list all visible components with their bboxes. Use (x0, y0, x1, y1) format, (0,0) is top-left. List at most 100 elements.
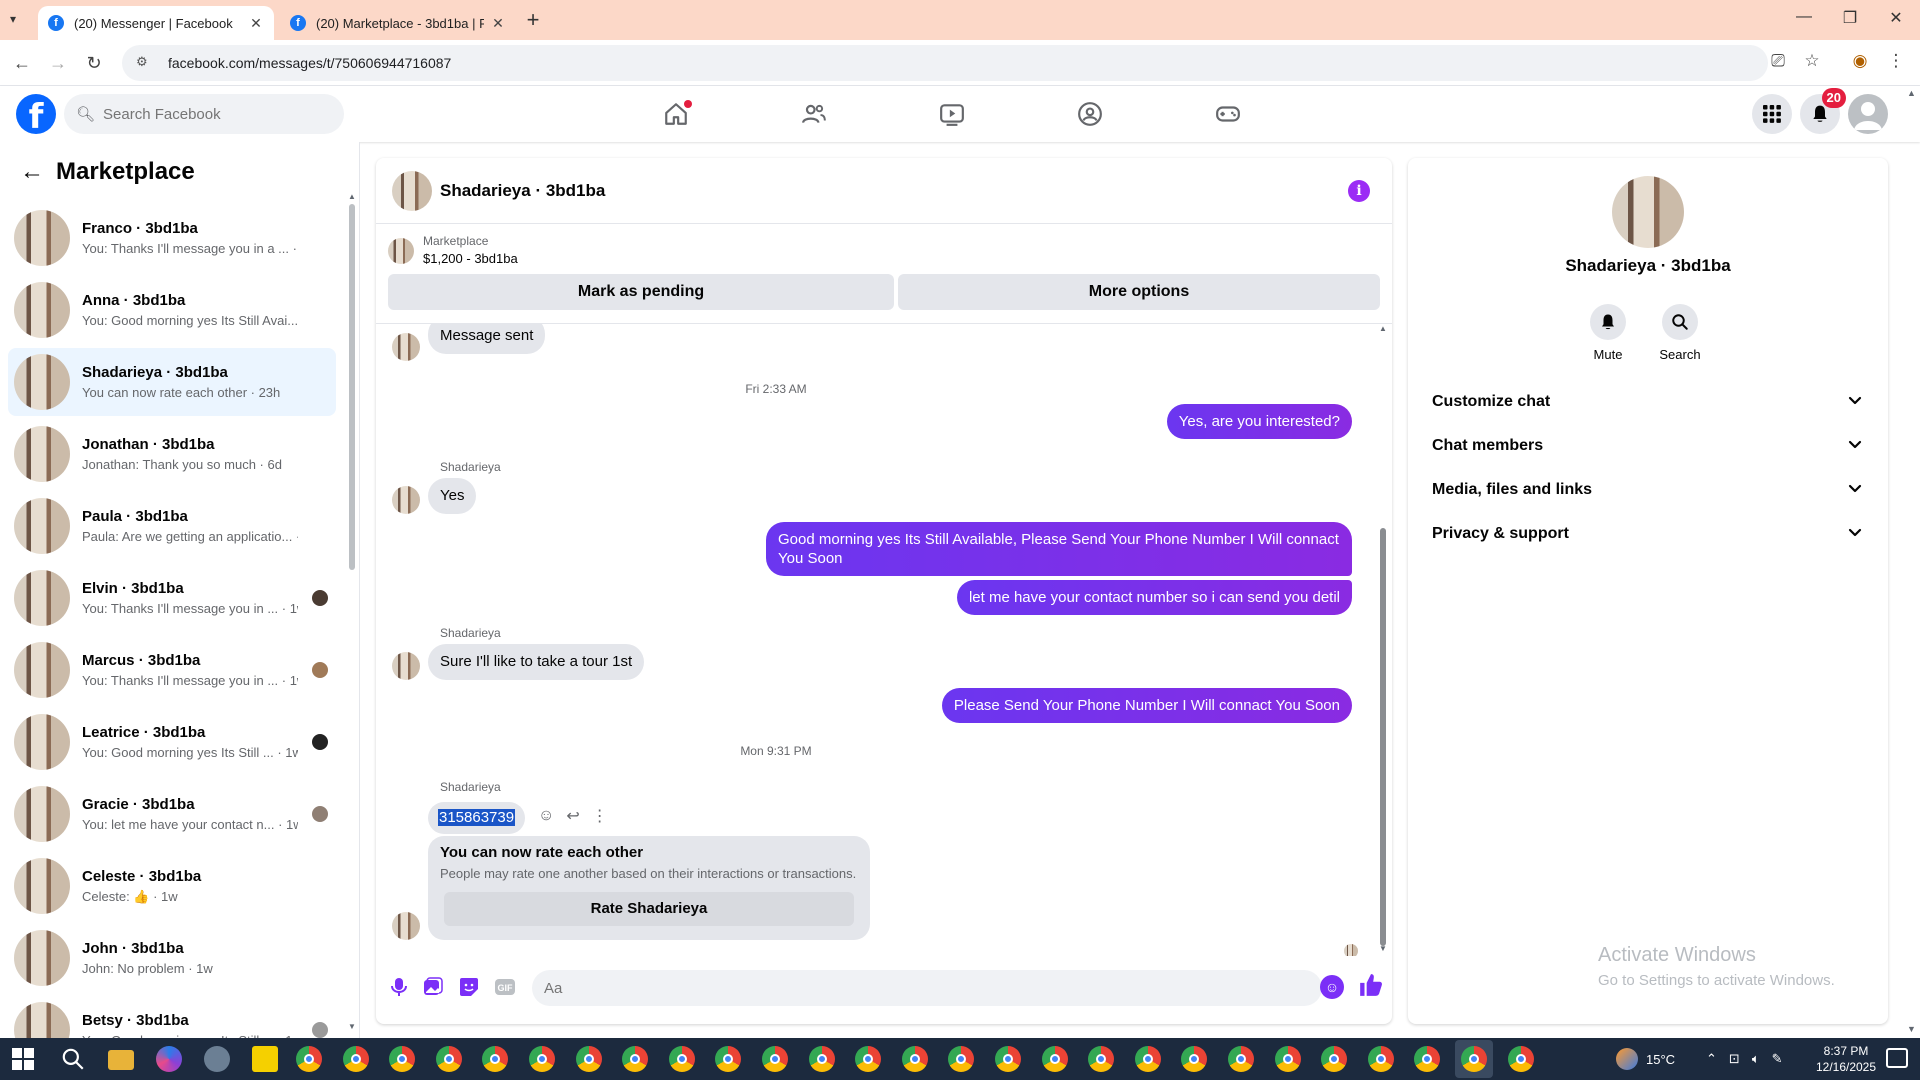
more-actions-icon[interactable]: ⋮ (592, 806, 608, 826)
listing-price[interactable]: $1,200 - 3bd1ba (423, 251, 518, 266)
scroll-down-arrow-icon[interactable]: ▼ (348, 1022, 356, 1031)
chrome-taskbar-icon[interactable] (529, 1046, 555, 1072)
app-icon[interactable] (204, 1046, 230, 1072)
profile-avatar[interactable] (1612, 176, 1684, 248)
minimize-button[interactable]: — (1784, 8, 1824, 32)
volume-icon[interactable]: 🔈︎ (1752, 1051, 1760, 1067)
conversation-item[interactable]: Leatrice · 3bd1ba You: Good morning yes I… (8, 708, 336, 776)
chat-title[interactable]: Shadarieya · 3bd1ba (440, 181, 605, 201)
chrome-taskbar-icon[interactable] (995, 1046, 1021, 1072)
emoji-icon[interactable]: ☺ (1320, 975, 1344, 999)
facebook-search[interactable]: 🔍︎ (64, 94, 344, 134)
chrome-taskbar-icon[interactable] (1367, 1046, 1394, 1072)
scroll-up-arrow-icon[interactable]: ▲ (1907, 88, 1916, 98)
browser-menu-icon[interactable]: ⋮ (1884, 51, 1908, 75)
install-app-icon[interactable]: ⎚ (1766, 51, 1790, 75)
conversation-item[interactable]: Marcus · 3bd1ba You: Thanks I'll message … (8, 636, 336, 704)
sender-avatar[interactable] (392, 912, 420, 940)
thread-scrollbar[interactable]: ▲ ▼ (1378, 324, 1388, 956)
message-input[interactable] (532, 970, 1322, 1006)
forward-arrow-icon[interactable]: → (46, 51, 70, 75)
react-emoji-icon[interactable]: ☺ (538, 807, 554, 825)
privacy-support-section[interactable]: Privacy & support (1416, 512, 1880, 556)
chrome-taskbar-icon[interactable] (342, 1046, 369, 1072)
sender-avatar[interactable] (392, 652, 420, 680)
new-tab-button[interactable]: + (520, 8, 546, 34)
chrome-taskbar-icon[interactable] (668, 1046, 695, 1072)
windows-start-icon[interactable] (12, 1048, 34, 1070)
message-bubble-outgoing[interactable]: Yes, are you interested? (1166, 404, 1352, 439)
scrollbar-thumb[interactable] (1380, 528, 1386, 946)
chrome-taskbar-icon[interactable] (389, 1046, 416, 1072)
selected-phone-number-text[interactable]: 315863739 (438, 809, 516, 826)
message-bubble-outgoing[interactable]: Please Send Your Phone Number I Will con… (941, 688, 1352, 723)
chrome-taskbar-icon[interactable] (435, 1046, 462, 1072)
facebook-logo-icon[interactable]: f (16, 94, 56, 134)
url-field[interactable]: ⚙ facebook.com/messages/t/75060694471608… (122, 45, 1768, 81)
chrome-taskbar-icon[interactable] (715, 1046, 742, 1072)
maximize-button[interactable]: ❐ (1830, 8, 1870, 32)
more-options-button[interactable]: More options (898, 274, 1380, 310)
sender-avatar[interactable] (392, 333, 420, 361)
chrome-taskbar-icon[interactable] (808, 1046, 835, 1072)
conversation-item[interactable]: Anna · 3bd1ba You: Good morning yes Its S… (8, 276, 336, 344)
conversation-item[interactable]: Franco · 3bd1ba You: Thanks I'll message … (8, 204, 336, 272)
chrome-taskbar-icon[interactable] (1414, 1046, 1441, 1072)
chrome-taskbar-icon[interactable] (1321, 1046, 1348, 1072)
scrollbar-thumb[interactable] (349, 204, 355, 570)
reload-icon[interactable]: ↻ (82, 51, 106, 75)
microphone-icon[interactable] (386, 974, 412, 1000)
menu-button[interactable] (1752, 94, 1792, 134)
gif-icon[interactable]: GIF (492, 974, 518, 1000)
nav-home[interactable] (656, 94, 696, 134)
back-arrow-icon[interactable]: ← (10, 51, 34, 75)
chat-members-section[interactable]: Chat members (1416, 424, 1880, 468)
photo-icon[interactable] (420, 974, 446, 1000)
copilot-icon[interactable] (156, 1046, 182, 1072)
chrome-taskbar-icon[interactable] (1088, 1046, 1115, 1072)
conversation-item[interactable]: Betsy · 3bd1baYou: Good morning yes Its … (8, 996, 336, 1038)
chrome-taskbar-icon[interactable] (1507, 1046, 1534, 1072)
close-tab-icon[interactable]: ✕ (490, 15, 506, 32)
close-window-button[interactable]: ✕ (1876, 8, 1916, 32)
notifications-button[interactable]: 20 (1800, 88, 1846, 134)
chrome-taskbar-icon[interactable] (1134, 1046, 1161, 1072)
tab-search-icon[interactable]: ▾ (10, 12, 28, 28)
sticker-icon[interactable] (456, 974, 482, 1000)
message-bubble-outgoing[interactable]: Good morning yes Its Still Available, Pl… (766, 522, 1352, 576)
message-bubble-incoming[interactable]: Message sent (428, 324, 546, 354)
customize-chat-section[interactable]: Customize chat (1416, 380, 1880, 424)
file-explorer-icon[interactable] (108, 1050, 134, 1070)
page-scrollbar[interactable]: ▲ ▼ (1904, 86, 1920, 1038)
conversation-item[interactable]: Celeste · 3bd1ba Celeste: 👍 · 1w (8, 852, 336, 920)
network-icon[interactable]: ⊡ (1729, 1051, 1740, 1067)
taskbar-search-icon[interactable] (60, 1046, 86, 1072)
tab-messenger[interactable]: f (20) Messenger | Facebook ✕ (38, 6, 274, 40)
conversation-item[interactable]: Jonathan · 3bd1ba Jonathan: Thank you so … (8, 420, 336, 488)
message-bubble-incoming[interactable]: Sure I'll like to take a tour 1st (428, 644, 645, 680)
sticky-notes-icon[interactable] (252, 1046, 278, 1072)
scroll-down-arrow-icon[interactable]: ▼ (1378, 944, 1388, 953)
chrome-taskbar-icon[interactable] (1228, 1046, 1254, 1072)
conversation-scrollbar[interactable]: ▲ ▼ (348, 192, 356, 1032)
nav-groups[interactable] (1070, 94, 1110, 134)
thumbs-up-icon[interactable] (1358, 972, 1388, 1002)
mark-as-pending-button[interactable]: Mark as pending (388, 274, 894, 310)
site-info-icon[interactable]: ⚙ (136, 54, 154, 72)
scroll-up-arrow-icon[interactable]: ▲ (1378, 324, 1388, 333)
close-tab-icon[interactable]: ✕ (248, 15, 264, 32)
chrome-taskbar-icon[interactable] (575, 1046, 602, 1072)
facebook-search-input[interactable] (103, 105, 324, 123)
scroll-up-arrow-icon[interactable]: ▲ (348, 192, 356, 201)
info-icon[interactable]: i (1348, 180, 1370, 202)
back-arrow-icon[interactable]: ← (12, 158, 52, 186)
chrome-taskbar-icon[interactable] (622, 1046, 649, 1072)
nav-video[interactable] (932, 94, 972, 134)
chat-avatar[interactable] (392, 170, 432, 211)
listing-thumbnail[interactable] (388, 238, 414, 264)
chrome-taskbar-icon[interactable] (482, 1046, 509, 1072)
weather-widget[interactable]: 15°C (1616, 1038, 1675, 1080)
conversation-item[interactable]: Shadarieya · 3bd1ba You can now rate each… (8, 348, 336, 416)
profile-name[interactable]: Shadarieya · 3bd1ba (1408, 256, 1888, 276)
pen-icon[interactable]: ✎ (1772, 1051, 1783, 1067)
